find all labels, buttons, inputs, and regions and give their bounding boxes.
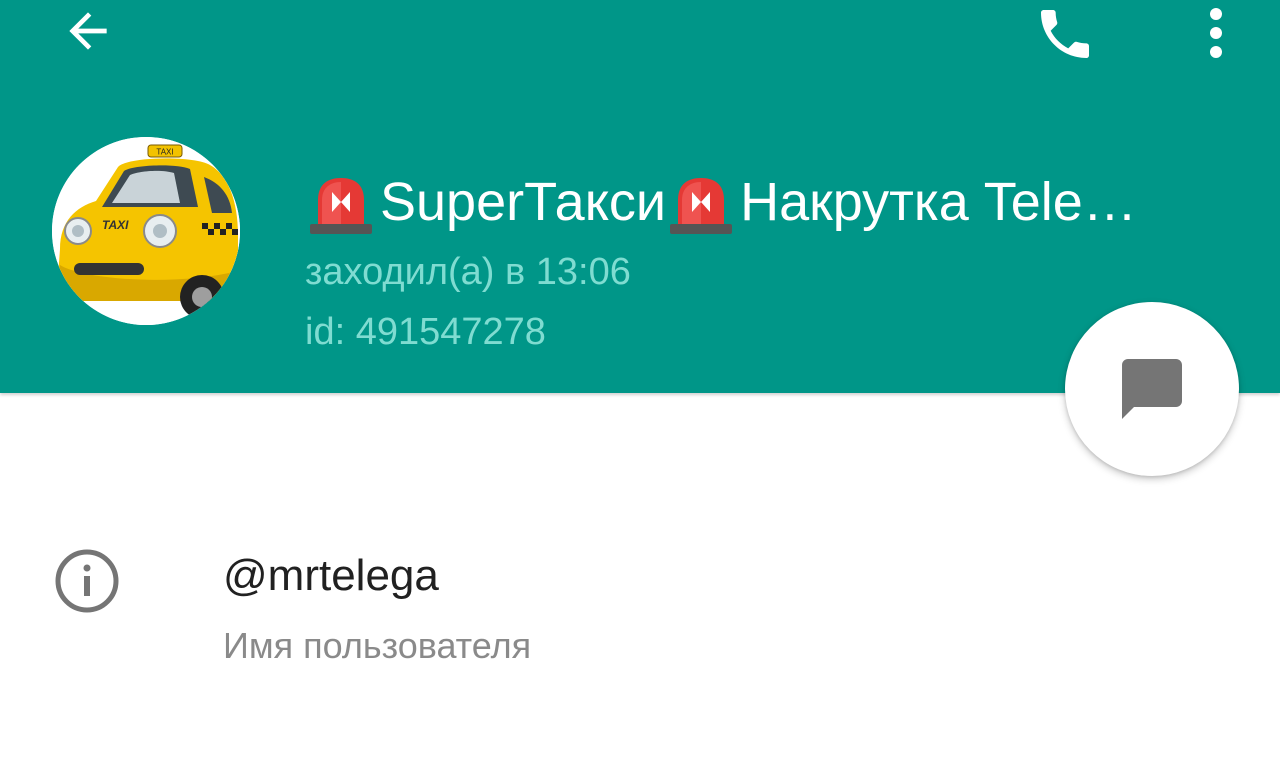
username-row[interactable]: @mrtelega Имя пользователя <box>0 530 1280 680</box>
more-options-button[interactable] <box>1188 0 1244 68</box>
yellow-taxi-avatar: TAXI TAXI <box>52 137 240 325</box>
contact-name: SuperТакси Накрутка Tele… <box>306 170 1256 234</box>
police-car-light-icon <box>310 178 372 234</box>
call-button[interactable] <box>1024 0 1106 68</box>
more-vertical-icon <box>1210 8 1222 58</box>
police-car-light-icon <box>670 178 733 234</box>
back-button[interactable] <box>50 0 126 62</box>
contact-name-part-2: Накрутка Tele… <box>740 172 1137 232</box>
phone-icon <box>1041 10 1089 58</box>
last-seen-status: заходил(а) в 13:06 <box>305 251 631 293</box>
arrow-back-icon <box>69 12 107 50</box>
username-label: Имя пользователя <box>223 625 532 666</box>
message-icon <box>1122 359 1182 419</box>
user-id: id: 491547278 <box>305 311 546 353</box>
contact-name-part-1: SuperТакси <box>380 172 667 232</box>
info-icon <box>55 549 119 613</box>
taxi-roof-sign: TAXI <box>156 148 173 157</box>
username-value: @mrtelega <box>223 551 439 600</box>
avatar[interactable]: TAXI TAXI <box>52 137 240 325</box>
send-message-button[interactable] <box>1065 302 1239 476</box>
taxi-hood-text: TAXI <box>102 218 129 232</box>
